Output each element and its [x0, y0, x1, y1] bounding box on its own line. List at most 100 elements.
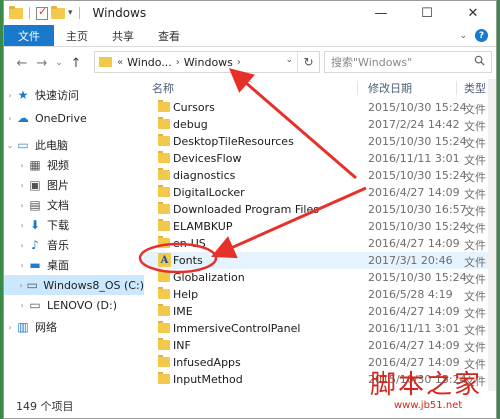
back-arrow-icon[interactable]: ←: [12, 56, 32, 71]
table-row[interactable]: Downloaded Program Files 2015/10/30 16:57…: [144, 201, 496, 218]
file-type: 文件: [464, 324, 486, 337]
network-icon: ▥: [17, 320, 29, 334]
chevron-right-icon[interactable]: ›: [237, 57, 241, 68]
nav-item-music[interactable]: › ♪ 音乐: [4, 235, 69, 255]
folder-icon: [158, 355, 170, 367]
folder-icon: [158, 134, 170, 146]
chevron-right-icon[interactable]: ›: [4, 91, 16, 100]
table-row[interactable]: INF 2016/4/27 14:09 文件: [144, 337, 496, 354]
table-row[interactable]: Cursors 2015/10/30 15:24 文件: [144, 99, 496, 116]
table-row[interactable]: debug 2017/2/24 14:42 文件: [144, 116, 496, 133]
column-divider[interactable]: [456, 81, 457, 95]
nav-item-videos[interactable]: › ▦ 视频: [4, 155, 69, 175]
breadcrumb-segment[interactable]: Windo...: [127, 56, 172, 69]
chevron-right-icon[interactable]: ›: [4, 323, 16, 332]
chevron-right-icon[interactable]: ›: [16, 261, 28, 270]
folder-icon: [158, 185, 170, 197]
file-name: Help: [173, 288, 199, 301]
up-arrow-icon[interactable]: ↑: [66, 56, 86, 71]
column-header-date[interactable]: 修改日期: [368, 79, 412, 97]
chevron-right-icon[interactable]: ›: [16, 301, 28, 310]
table-row[interactable]: IME 2016/4/27 14:09 文件: [144, 303, 496, 320]
chevron-right-icon[interactable]: ›: [16, 201, 28, 210]
folder-icon: [158, 202, 170, 214]
quick-access-toolbar: ▾: [9, 5, 83, 20]
maximize-button[interactable]: ☐: [404, 1, 450, 25]
nav-item-drive-c[interactable]: › ▭ Windows8_OS (C:): [4, 275, 144, 295]
table-row[interactable]: diagnostics 2015/10/30 15:24 文件: [144, 167, 496, 184]
properties-icon[interactable]: [36, 5, 48, 20]
nav-item-quick-access[interactable]: › ★ 快速访问: [4, 85, 79, 105]
nav-item-onedrive[interactable]: › ☁ OneDrive: [4, 108, 86, 128]
chevron-right-icon[interactable]: ›: [16, 181, 28, 190]
chevron-right-icon[interactable]: ›: [16, 241, 28, 250]
nav-item-label: 图片: [47, 179, 69, 192]
tab-share[interactable]: 共享: [100, 25, 146, 46]
chevron-right-icon[interactable]: ›: [16, 221, 28, 230]
table-row[interactable]: DigitalLocker 2016/4/27 14:09 文件: [144, 184, 496, 201]
nav-item-label: 此电脑: [35, 139, 68, 152]
nav-item-label: Windows8_OS (C:): [43, 278, 144, 292]
tab-view[interactable]: 查看: [146, 25, 192, 46]
address-dropdown-icon[interactable]: ⌄: [285, 55, 293, 65]
nav-item-desktop[interactable]: › ▬ 桌面: [4, 255, 69, 275]
column-divider[interactable]: [357, 81, 358, 95]
table-row[interactable]: Help 2016/5/28 4:19 文件: [144, 286, 496, 303]
file-date: 2017/3/1 20:46: [368, 254, 453, 267]
file-date: 2015/10/30 16:57: [368, 203, 467, 216]
table-row[interactable]: ELAMBKUP 2015/10/30 15:24 文件: [144, 218, 496, 235]
file-type: 文件: [464, 103, 486, 116]
table-row[interactable]: DesktopTileResources 2015/10/30 15:24 文件: [144, 133, 496, 150]
file-name: Cursors: [173, 101, 215, 114]
table-row[interactable]: ImmersiveControlPanel 2016/11/11 3:01 文件: [144, 320, 496, 337]
window-title: Windows: [92, 6, 147, 20]
customize-toolbar-icon[interactable]: ▾: [68, 8, 73, 18]
nav-item-drive-d[interactable]: › ▭ LENOVO (D:): [4, 295, 117, 315]
breadcrumb-overflow[interactable]: «: [117, 57, 123, 68]
nav-item-documents[interactable]: › ▤ 文档: [4, 195, 69, 215]
chevron-right-icon[interactable]: ›: [4, 114, 16, 123]
column-header-type[interactable]: 类型: [464, 79, 486, 97]
table-row[interactable]: en-US 2016/4/27 14:09 文件: [144, 235, 496, 252]
nav-item-label: 网络: [35, 321, 57, 334]
close-button[interactable]: ✕: [450, 1, 496, 25]
chevron-right-icon[interactable]: ›: [16, 281, 26, 290]
table-row[interactable]: Globalization 2015/10/30 15:24 文件: [144, 269, 496, 286]
drive-d-icon: ▭: [29, 298, 41, 312]
folder-icon: [158, 304, 170, 316]
refresh-icon[interactable]: ↻: [297, 52, 319, 72]
nav-item-label: 音乐: [47, 239, 69, 252]
table-row[interactable]: A Fonts 2017/3/1 20:46 文件: [144, 252, 496, 269]
chevron-right-icon[interactable]: ›: [16, 161, 28, 170]
tab-file[interactable]: 文件: [4, 25, 54, 46]
folder-icon: [158, 287, 170, 299]
nav-item-this-pc[interactable]: ⌄ ▭ 此电脑: [4, 135, 68, 155]
minimize-button[interactable]: —: [358, 1, 404, 25]
table-row[interactable]: DevicesFlow 2016/11/11 3:01 文件: [144, 150, 496, 167]
nav-item-network[interactable]: › ▥ 网络: [4, 317, 57, 337]
window-controls: — ☐ ✕: [358, 1, 496, 25]
search-icon: [474, 55, 485, 66]
help-icon[interactable]: ?: [475, 29, 488, 42]
watermark-text: 脚本之家: [370, 370, 483, 400]
recent-locations-icon[interactable]: ⌄: [52, 58, 66, 68]
new-folder-icon[interactable]: [51, 5, 65, 19]
search-placeholder: 搜索"Windows": [331, 56, 413, 69]
vertical-scrollbar[interactable]: [488, 79, 496, 391]
chevron-right-icon[interactable]: ›: [176, 57, 180, 68]
file-type: 文件: [464, 188, 486, 201]
nav-item-downloads[interactable]: › ⬇ 下载: [4, 215, 69, 235]
search-input[interactable]: 搜索"Windows": [324, 51, 492, 73]
address-bar[interactable]: « Windo... › Windows › ⌄ ↻: [94, 51, 320, 73]
file-name: debug: [173, 118, 208, 131]
tab-home[interactable]: 主页: [54, 25, 100, 46]
forward-arrow-icon[interactable]: →: [32, 56, 52, 71]
nav-item-pictures[interactable]: › ▣ 图片: [4, 175, 69, 195]
file-type: 文件: [464, 273, 486, 286]
chevron-down-icon[interactable]: ⌄: [4, 141, 16, 150]
breadcrumb-segment-current[interactable]: Windows: [184, 56, 233, 69]
column-header-name[interactable]: 名称: [152, 79, 174, 97]
file-name: InputMethod: [173, 373, 243, 386]
chevron-down-icon[interactable]: ⌄: [459, 31, 467, 41]
toolbar-divider: [78, 7, 80, 19]
